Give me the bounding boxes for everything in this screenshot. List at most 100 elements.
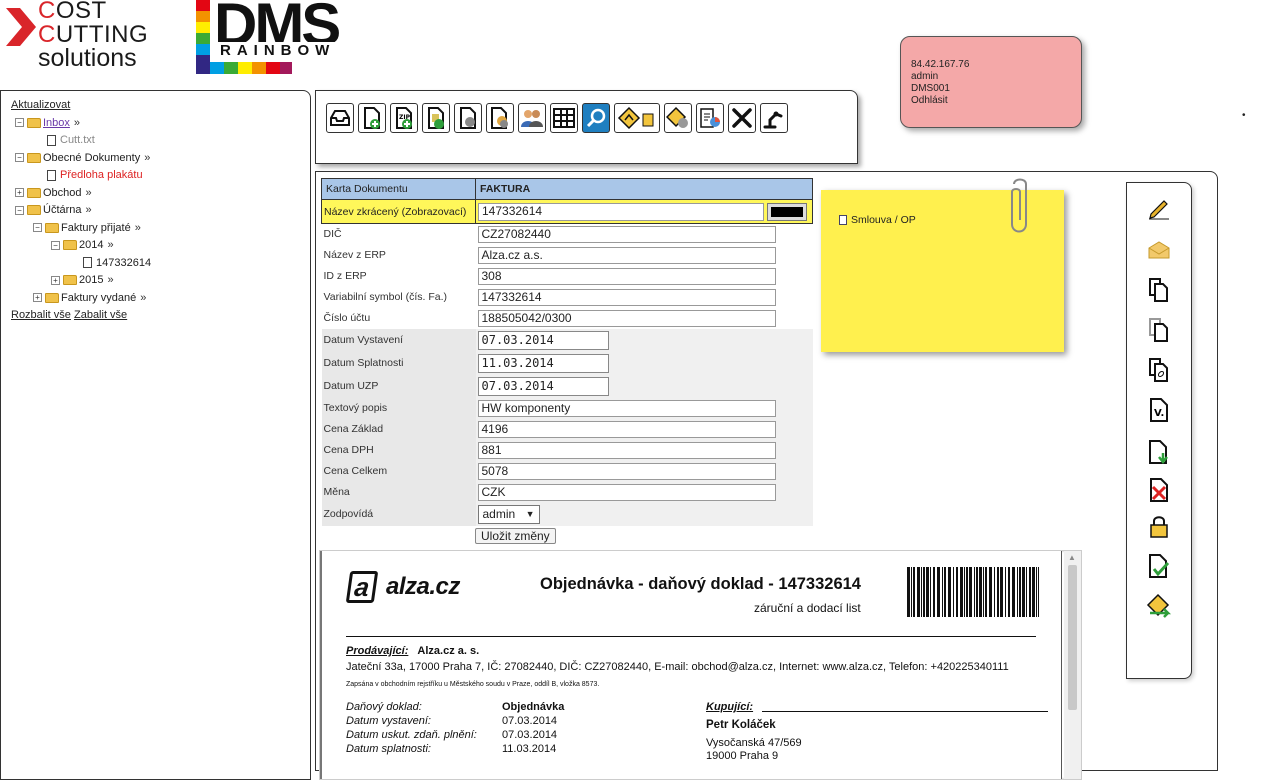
collapse-toggle-icon[interactable]: −: [15, 153, 24, 163]
main-toolbar: ZIP: [315, 90, 858, 164]
delete-document-icon[interactable]: [1146, 477, 1172, 503]
form-row-due-date: Datum Splatnosti 11.03.2014: [321, 351, 813, 375]
collapse-toggle-icon[interactable]: −: [51, 240, 60, 250]
zip-document-icon[interactable]: ZIP: [390, 103, 418, 133]
color-picker-button[interactable]: [767, 202, 807, 221]
collapse-toggle-icon[interactable]: −: [33, 223, 42, 233]
collapse-toggle-icon[interactable]: −: [15, 118, 24, 128]
approve-icon[interactable]: [1146, 553, 1172, 579]
tools-icon[interactable]: [728, 103, 756, 133]
expand-toggle-icon[interactable]: +: [15, 188, 24, 198]
expand-toggle-icon[interactable]: +: [33, 293, 42, 303]
form-row-responsible: Zodpovídá admin ▼: [321, 502, 813, 526]
card-header-row: Karta Dokumentu FAKTURA: [321, 178, 813, 200]
edit-pencil-icon[interactable]: [1146, 195, 1172, 221]
buyer-name: Petr Koláček: [706, 719, 776, 731]
tree-node-trade[interactable]: + Obchod»: [11, 185, 310, 203]
total-price-input[interactable]: 5078: [477, 462, 776, 480]
tree-node-2015[interactable]: +2015»: [11, 272, 310, 290]
user-ip: 84.42.167.76: [911, 59, 970, 70]
tree-file-cutt[interactable]: Cutt.txt: [11, 132, 310, 150]
folder-icon: [27, 117, 41, 128]
folder-icon: [27, 152, 41, 163]
scroll-up-icon[interactable]: ▲: [1068, 553, 1076, 562]
expand-all-link[interactable]: Rozbalit vše: [11, 309, 71, 321]
user-system: DMS001: [911, 83, 950, 94]
vat-input[interactable]: 881: [477, 441, 776, 459]
tree-node-2014[interactable]: −2014»: [11, 237, 310, 255]
collapse-all-link[interactable]: Zabalit vše: [74, 309, 127, 321]
tree-file-poster[interactable]: Předloha plakátu: [11, 167, 310, 185]
robot-arm-icon[interactable]: [760, 103, 788, 133]
folder-icon: [45, 222, 59, 233]
doc-row-label: Datum vystavení:: [346, 715, 431, 727]
file-icon: [47, 169, 56, 181]
due-date-input[interactable]: 11.03.2014: [477, 353, 609, 373]
sign-warning-icon[interactable]: [614, 103, 660, 133]
erp-name-input[interactable]: Alza.cz a.s.: [477, 246, 776, 264]
download-document-icon[interactable]: [1146, 439, 1172, 465]
expand-toggle-icon[interactable]: +: [51, 275, 60, 285]
preview-scrollbar[interactable]: ▲: [1064, 551, 1081, 779]
doc-row-value: 07.03.2014: [502, 729, 558, 741]
form-row-base-price: Cena Základ 4196: [321, 418, 813, 440]
doc-row-label: Datum uskut. zdaň. plnění:: [346, 729, 477, 741]
file-icon: [839, 215, 847, 226]
card-header-value: FAKTURA: [475, 178, 813, 200]
short-name-input[interactable]: 147332614: [478, 202, 764, 221]
report-icon[interactable]: [696, 103, 724, 133]
scan-group-icon[interactable]: [486, 103, 514, 133]
tree-node-invoices-issued[interactable]: + Faktury vydané»: [11, 290, 310, 308]
inbox-tray-icon[interactable]: [326, 103, 354, 133]
users-icon[interactable]: [518, 103, 546, 133]
base-price-input[interactable]: 4196: [477, 420, 776, 438]
dic-input[interactable]: CZ27082440: [477, 225, 776, 243]
link-copy-icon[interactable]: [1146, 357, 1172, 383]
issue-date-input[interactable]: 07.03.2014: [477, 330, 609, 350]
tree-node-inbox[interactable]: − Inbox»: [11, 115, 310, 133]
copy-outline-icon[interactable]: [1146, 317, 1172, 343]
copy-document-icon[interactable]: [422, 103, 450, 133]
sign-config-icon[interactable]: [664, 103, 692, 133]
tree-node-general[interactable]: − Obecné Dokumenty»: [11, 150, 310, 168]
cost-cutting-logo: COST CUTTING solutions: [4, 0, 174, 72]
version-icon[interactable]: V.: [1146, 397, 1172, 423]
scrollbar-thumb[interactable]: [1068, 565, 1077, 710]
alza-logo: a alza.cz: [345, 569, 498, 609]
variable-symbol-input[interactable]: 147332614: [477, 288, 776, 306]
new-document-icon[interactable]: [358, 103, 386, 133]
folder-icon: [45, 292, 59, 303]
account-number-input[interactable]: 188505042/0300: [477, 309, 776, 327]
buyer-city: 19000 Praha 9: [706, 750, 779, 762]
copy-icon[interactable]: [1146, 277, 1172, 303]
scan-document-icon[interactable]: [454, 103, 482, 133]
document-page: a alza.cz Objednávka - daňový doklad - 1…: [320, 551, 1062, 779]
logout-link[interactable]: Odhlásit: [911, 95, 1081, 107]
form-row-account: Číslo účtu 188505042/0300: [322, 308, 813, 329]
form-row-erp-id: ID z ERP 308: [322, 266, 813, 287]
document-actions-bar: V.: [1126, 182, 1192, 679]
seller-label: Prodávající:: [346, 645, 409, 657]
envelope-icon[interactable]: [1146, 237, 1172, 263]
sticky-entry-contract[interactable]: Smlouva / OP: [839, 214, 916, 226]
refresh-link[interactable]: Aktualizovat: [11, 99, 70, 111]
table-icon[interactable]: [550, 103, 578, 133]
forward-sign-icon[interactable]: [1146, 593, 1172, 619]
tree-node-accounting[interactable]: − Účtárna»: [11, 202, 310, 220]
chevron-down-icon: ▼: [525, 508, 535, 519]
file-icon: [83, 257, 92, 269]
document-subtitle: záruční a dodací list: [754, 601, 861, 615]
description-input[interactable]: HW komponenty: [477, 399, 776, 417]
uzp-date-input[interactable]: 07.03.2014: [477, 376, 609, 396]
document-preview[interactable]: a alza.cz Objednávka - daňový doklad - 1…: [319, 550, 1082, 780]
search-icon[interactable]: [582, 103, 610, 133]
currency-input[interactable]: CZK: [477, 483, 776, 501]
save-changes-button[interactable]: Uložit změny: [475, 528, 556, 544]
decorative-dot: •: [1242, 110, 1246, 121]
erp-id-input[interactable]: 308: [477, 267, 776, 285]
lock-icon[interactable]: [1146, 513, 1172, 539]
tree-node-invoices-received[interactable]: − Faktury přijaté»: [11, 220, 310, 238]
collapse-toggle-icon[interactable]: −: [15, 205, 24, 215]
responsible-select[interactable]: admin ▼: [477, 504, 540, 524]
tree-file-invoice[interactable]: 147332614: [11, 255, 310, 273]
